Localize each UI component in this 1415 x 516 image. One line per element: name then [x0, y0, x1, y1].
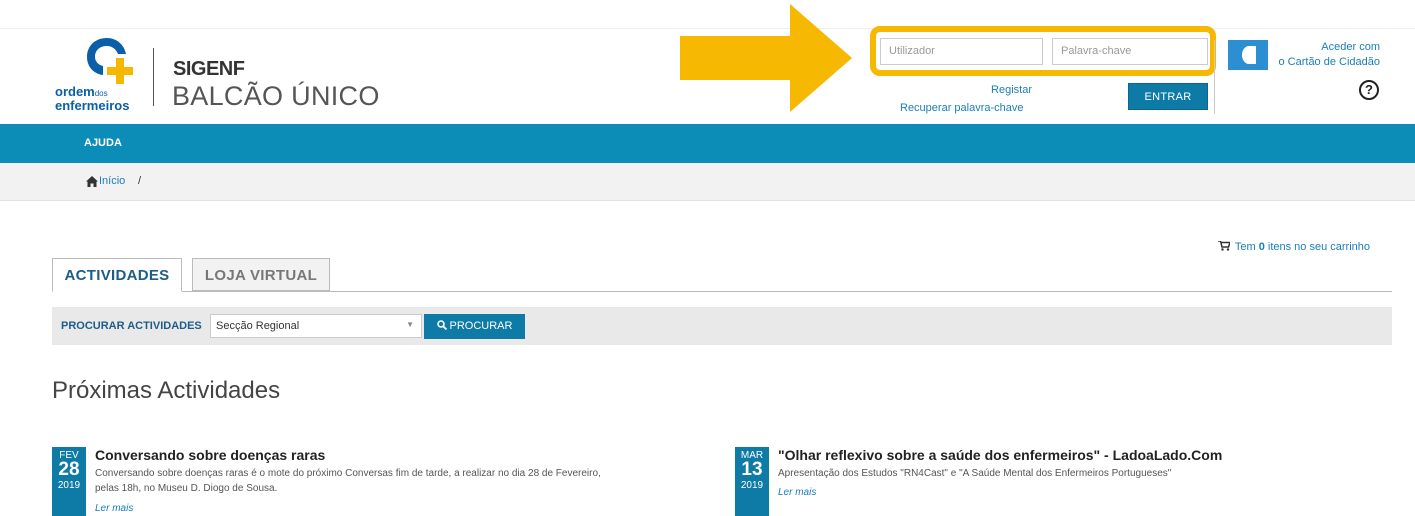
highlight-arrow-icon	[680, 4, 852, 112]
event-title[interactable]: Conversando sobre doenças raras	[95, 447, 325, 463]
tab-loja-virtual[interactable]: LOJA VIRTUAL	[192, 258, 330, 291]
register-link[interactable]: Registar	[960, 84, 1032, 96]
event-read-more-link[interactable]: Ler mais	[95, 503, 133, 514]
breadcrumb-separator: /	[138, 175, 142, 187]
password-input[interactable]: Palavra-chave	[1052, 38, 1208, 65]
cart-prefix: Tem	[1234, 241, 1256, 253]
recover-password-link[interactable]: Recuperar palavra-chave	[900, 102, 1024, 114]
search-label: PROCURAR ACTIVIDADES	[61, 320, 202, 332]
citizen-card-icon[interactable]	[1228, 40, 1268, 70]
tab-actividades[interactable]: ACTIVIDADES	[52, 258, 182, 292]
event-description: Apresentação dos Estudos "RN4Cast" e "A …	[778, 468, 1172, 479]
home-icon	[86, 176, 98, 187]
brand-title: SIGENF	[173, 58, 245, 80]
search-bar: PROCURAR ACTIVIDADES Secção Regional ▼ P…	[52, 307, 1392, 345]
cart-summary[interactable]: Tem 0 itens no seu carrinho	[1218, 241, 1370, 253]
event-description: Conversando sobre doenças raras é o mote…	[95, 468, 601, 494]
username-input[interactable]: Utilizador	[880, 38, 1043, 65]
event-title[interactable]: "Olhar reflexivo sobre a saúde dos enfer…	[778, 447, 1222, 463]
event-date-badge: MAR 13 2019	[735, 447, 769, 516]
event-read-more-link[interactable]: Ler mais	[778, 487, 816, 498]
logo-mark-icon	[87, 38, 133, 84]
select-value: Secção Regional	[216, 320, 300, 332]
logo-wordmark: ordemdos enfermeiros	[55, 84, 130, 113]
breadcrumb-home-link[interactable]: Início	[99, 175, 125, 187]
main-nav: AJUDA	[0, 124, 1415, 163]
breadcrumb: Início /	[0, 163, 1415, 201]
event-date-badge: FEV 28 2019	[52, 447, 86, 516]
cart-count: 0	[1258, 241, 1265, 253]
site-header: ordemdos enfermeiros SIGENF BALCÃO ÚNICO…	[0, 0, 1415, 124]
search-button[interactable]: PROCURAR	[424, 314, 525, 339]
regional-section-select[interactable]: Secção Regional ▼	[210, 314, 422, 338]
brand-subtitle: BALCÃO ÚNICO	[172, 81, 380, 111]
nav-item-ajuda[interactable]: AJUDA	[84, 137, 122, 149]
chevron-down-icon: ▼	[406, 320, 414, 329]
search-button-label: PROCURAR	[449, 320, 513, 332]
logo-divider	[153, 48, 154, 106]
section-title: Próximas Actividades	[52, 377, 281, 404]
login-button[interactable]: ENTRAR	[1128, 83, 1208, 110]
search-icon	[436, 320, 447, 330]
citizen-card-link[interactable]: Aceder com o Cartão de Cidadão	[1270, 40, 1380, 70]
header-vertical-divider	[1214, 40, 1215, 114]
help-icon[interactable]: ?	[1359, 80, 1379, 100]
ordem-enfermeiros-logo[interactable]: ordemdos enfermeiros	[55, 36, 135, 116]
cart-icon	[1218, 241, 1230, 251]
cart-suffix: itens no seu carrinho	[1267, 241, 1371, 253]
